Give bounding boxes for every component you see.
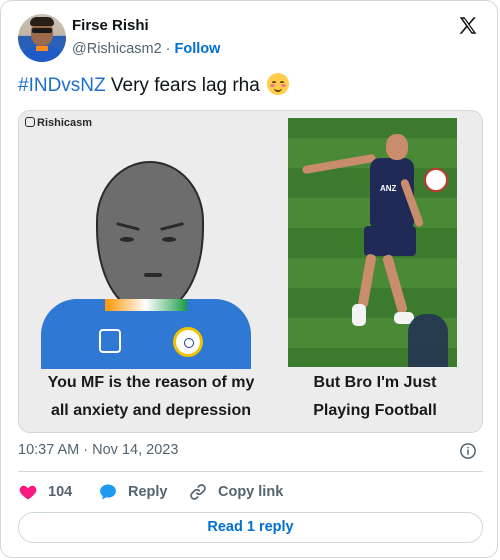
jersey-sponsor: ANZ xyxy=(380,184,397,193)
author-handle[interactable]: @Rishicasm2 xyxy=(72,41,162,57)
avatar-hair xyxy=(30,17,54,26)
tweet-text: #INDvsNZ Very fears lag rha xyxy=(18,73,290,99)
meme-image[interactable]: Rishicasm ANZ You MF is the reason of my… xyxy=(18,110,483,433)
author-handle-row: @Rishicasm2 · Follow xyxy=(72,41,220,57)
x-logo-icon[interactable] xyxy=(457,15,479,37)
separator-dot: · xyxy=(165,41,171,57)
heart-icon xyxy=(19,485,37,500)
like-button[interactable]: 104 xyxy=(18,482,72,502)
right-caption: But Bro I'm Just Playing Football xyxy=(313,374,437,419)
bcci-crest-icon xyxy=(173,327,203,357)
hashtag-link[interactable]: #INDvsNZ xyxy=(18,75,106,96)
read-replies-button[interactable]: Read 1 reply xyxy=(18,512,483,543)
wojak-illustration xyxy=(41,151,251,369)
watermark: Rishicasm xyxy=(25,117,92,129)
world-cup-badge-icon xyxy=(99,329,121,353)
instagram-icon xyxy=(25,117,35,127)
timestamp[interactable]: 10:37 AM · Nov 14, 2023 xyxy=(18,442,178,458)
divider xyxy=(18,471,483,472)
avatar-glasses xyxy=(32,28,52,33)
tweet-body: Very fears lag rha xyxy=(105,75,260,96)
avatar-jersey-stripe xyxy=(36,46,48,51)
follow-button[interactable]: Follow xyxy=(175,41,221,57)
link-icon xyxy=(190,484,206,500)
copy-link-button[interactable]: Copy link xyxy=(188,482,283,502)
reply-label: Reply xyxy=(128,484,168,500)
wojak-head xyxy=(96,161,204,311)
india-jersey xyxy=(41,299,251,369)
like-count: 104 xyxy=(48,484,73,500)
smiling-face-with-blush-icon xyxy=(267,73,290,95)
author-name[interactable]: Firse Rishi xyxy=(72,17,149,34)
info-icon[interactable] xyxy=(459,442,477,460)
tweet-card[interactable]: Firse Rishi @Rishicasm2 · Follow #INDvsNZ … xyxy=(0,0,498,558)
reply-button[interactable]: Reply xyxy=(98,482,168,502)
football-photo: ANZ xyxy=(288,118,457,367)
left-caption: You MF is the reason of my all anxiety a… xyxy=(47,374,255,419)
football-icon xyxy=(424,168,448,192)
author-avatar[interactable] xyxy=(18,14,66,62)
copy-link-label: Copy link xyxy=(218,484,284,500)
speech-bubble-icon xyxy=(100,484,116,500)
